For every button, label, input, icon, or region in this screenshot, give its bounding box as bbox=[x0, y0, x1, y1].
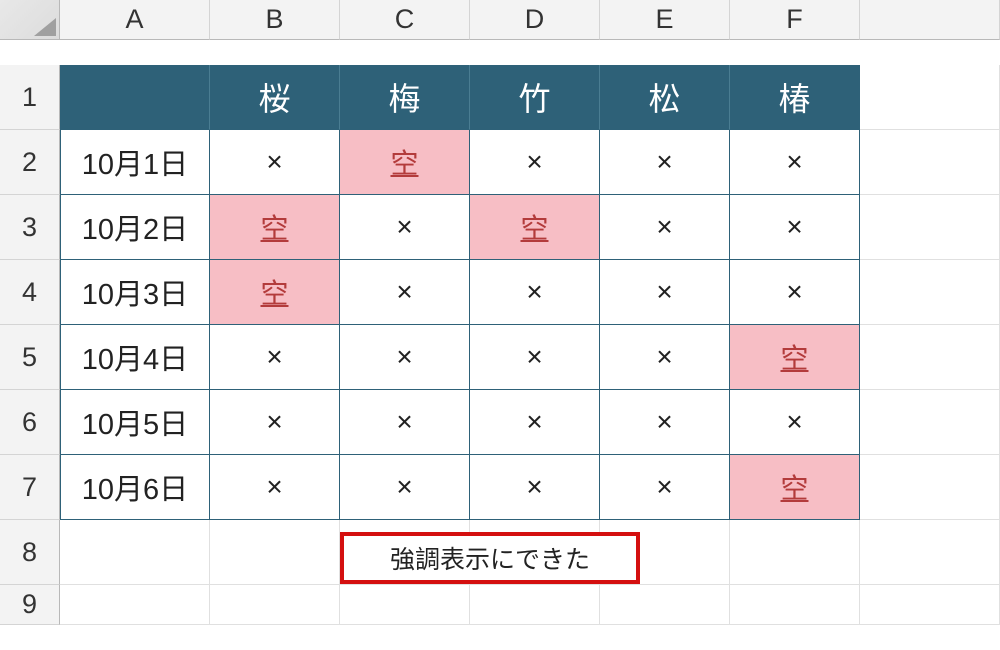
col-head-D[interactable]: D bbox=[470, 0, 600, 40]
cell-F7[interactable]: 空 bbox=[730, 455, 860, 520]
row-head-1[interactable]: 1 bbox=[0, 65, 60, 130]
cell-E6[interactable]: × bbox=[600, 390, 730, 455]
cell-F2[interactable]: × bbox=[730, 130, 860, 195]
cell-G1[interactable] bbox=[860, 65, 1000, 130]
cell-E4[interactable]: × bbox=[600, 260, 730, 325]
cell-F1[interactable]: 椿 bbox=[730, 65, 860, 130]
col-head-B[interactable]: B bbox=[210, 0, 340, 40]
col-head-A[interactable]: A bbox=[60, 0, 210, 40]
cell-D9[interactable] bbox=[470, 585, 600, 625]
cell-F6[interactable]: × bbox=[730, 390, 860, 455]
cell-G5[interactable] bbox=[860, 325, 1000, 390]
row-head-8[interactable]: 8 bbox=[0, 520, 60, 585]
cell-E5[interactable]: × bbox=[600, 325, 730, 390]
row-head-6[interactable]: 6 bbox=[0, 390, 60, 455]
cell-D6[interactable]: × bbox=[470, 390, 600, 455]
cell-A5[interactable]: 10月4日 bbox=[60, 325, 210, 390]
cell-D2[interactable]: × bbox=[470, 130, 600, 195]
cell-C7[interactable]: × bbox=[340, 455, 470, 520]
cell-A1[interactable] bbox=[60, 65, 210, 130]
cell-C2[interactable]: 空 bbox=[340, 130, 470, 195]
row-head-3[interactable]: 3 bbox=[0, 195, 60, 260]
col-head-extra[interactable] bbox=[860, 0, 1000, 40]
cell-E7[interactable]: × bbox=[600, 455, 730, 520]
cell-G3[interactable] bbox=[860, 195, 1000, 260]
callout-box: 強調表示にできた bbox=[340, 532, 640, 584]
cell-F3[interactable]: × bbox=[730, 195, 860, 260]
cell-C3[interactable]: × bbox=[340, 195, 470, 260]
col-head-F[interactable]: F bbox=[730, 0, 860, 40]
cell-A2[interactable]: 10月1日 bbox=[60, 130, 210, 195]
cell-D7[interactable]: × bbox=[470, 455, 600, 520]
cell-A8[interactable] bbox=[60, 520, 210, 585]
cell-C4[interactable]: × bbox=[340, 260, 470, 325]
cell-B5[interactable]: × bbox=[210, 325, 340, 390]
cell-C1[interactable]: 梅 bbox=[340, 65, 470, 130]
cell-E1[interactable]: 松 bbox=[600, 65, 730, 130]
cell-C5[interactable]: × bbox=[340, 325, 470, 390]
select-all-corner[interactable] bbox=[0, 0, 60, 40]
cell-D4[interactable]: × bbox=[470, 260, 600, 325]
cell-C6[interactable]: × bbox=[340, 390, 470, 455]
cell-C9[interactable] bbox=[340, 585, 470, 625]
cell-B2[interactable]: × bbox=[210, 130, 340, 195]
cell-G9[interactable] bbox=[860, 585, 1000, 625]
row-head-2[interactable]: 2 bbox=[0, 130, 60, 195]
row-head-5[interactable]: 5 bbox=[0, 325, 60, 390]
cell-D5[interactable]: × bbox=[470, 325, 600, 390]
callout-text: 強調表示にできた bbox=[390, 540, 590, 576]
col-head-C[interactable]: C bbox=[340, 0, 470, 40]
row-head-7[interactable]: 7 bbox=[0, 455, 60, 520]
cell-D1[interactable]: 竹 bbox=[470, 65, 600, 130]
cell-F5[interactable]: 空 bbox=[730, 325, 860, 390]
cell-E2[interactable]: × bbox=[600, 130, 730, 195]
cell-A7[interactable]: 10月6日 bbox=[60, 455, 210, 520]
cell-B7[interactable]: × bbox=[210, 455, 340, 520]
cell-E9[interactable] bbox=[600, 585, 730, 625]
row-head-4[interactable]: 4 bbox=[0, 260, 60, 325]
col-head-E[interactable]: E bbox=[600, 0, 730, 40]
row-head-9[interactable]: 9 bbox=[0, 585, 60, 625]
cell-G6[interactable] bbox=[860, 390, 1000, 455]
cell-B6[interactable]: × bbox=[210, 390, 340, 455]
cell-F8[interactable] bbox=[730, 520, 860, 585]
cell-F4[interactable]: × bbox=[730, 260, 860, 325]
cell-A6[interactable]: 10月5日 bbox=[60, 390, 210, 455]
cell-D3[interactable]: 空 bbox=[470, 195, 600, 260]
cell-F9[interactable] bbox=[730, 585, 860, 625]
cell-G2[interactable] bbox=[860, 130, 1000, 195]
cell-E3[interactable]: × bbox=[600, 195, 730, 260]
cell-A4[interactable]: 10月3日 bbox=[60, 260, 210, 325]
cell-G4[interactable] bbox=[860, 260, 1000, 325]
cell-G8[interactable] bbox=[860, 520, 1000, 585]
cell-B9[interactable] bbox=[210, 585, 340, 625]
cell-B3[interactable]: 空 bbox=[210, 195, 340, 260]
cell-B4[interactable]: 空 bbox=[210, 260, 340, 325]
cell-B8[interactable] bbox=[210, 520, 340, 585]
cell-B1[interactable]: 桜 bbox=[210, 65, 340, 130]
cell-G7[interactable] bbox=[860, 455, 1000, 520]
cell-A9[interactable] bbox=[60, 585, 210, 625]
cell-A3[interactable]: 10月2日 bbox=[60, 195, 210, 260]
